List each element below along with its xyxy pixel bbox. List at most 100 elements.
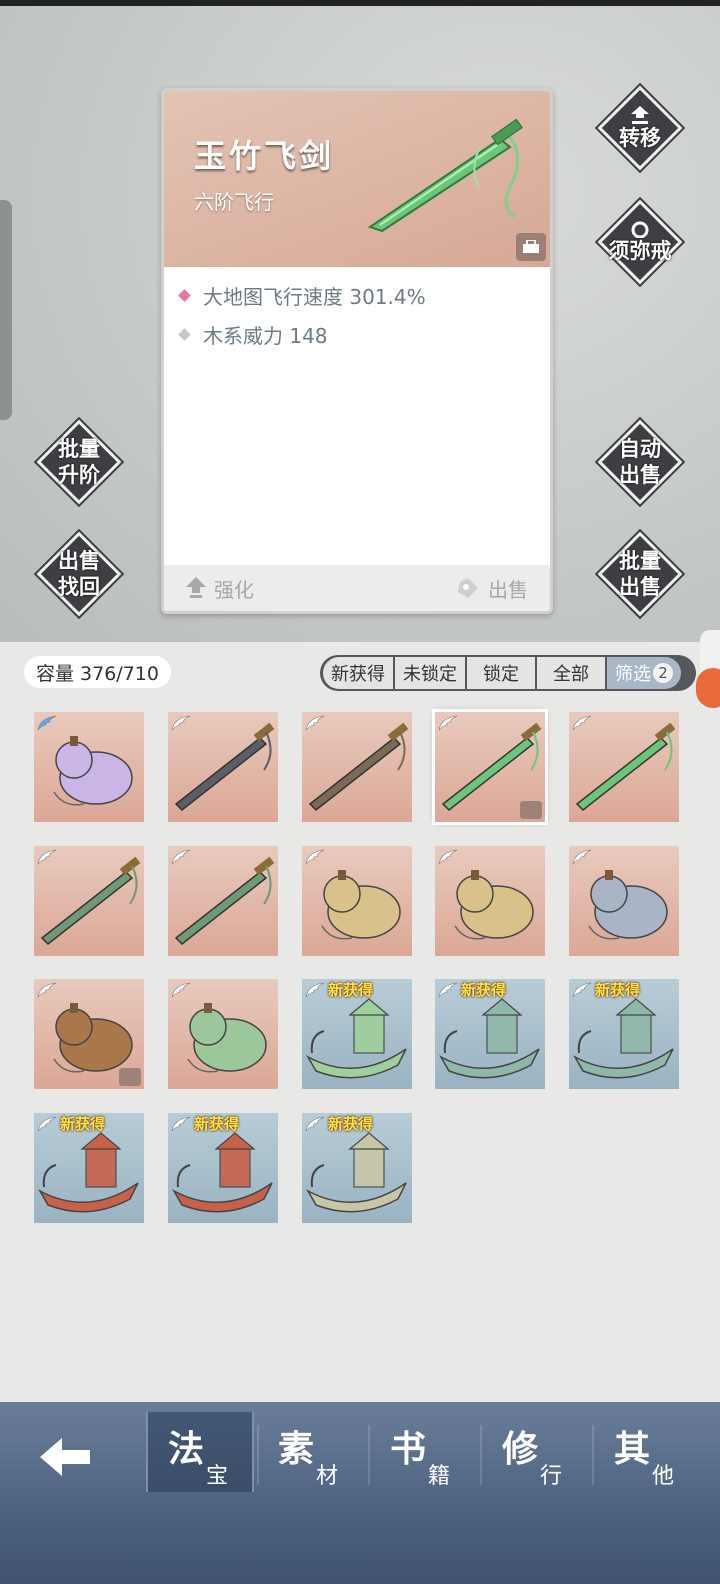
sell-recover-label-2: 找回 bbox=[58, 575, 100, 599]
arrow-up-icon bbox=[186, 577, 206, 598]
wing-icon bbox=[572, 715, 592, 731]
wing-icon bbox=[37, 1116, 57, 1132]
auto-sell-label-1: 自动 bbox=[619, 437, 661, 461]
lock-icon bbox=[520, 801, 542, 819]
inventory-slot[interactable]: 新获得 bbox=[569, 979, 679, 1089]
wing-icon bbox=[171, 1116, 191, 1132]
inventory-slot[interactable] bbox=[302, 712, 412, 822]
filter-count-badge: 2 bbox=[653, 663, 673, 683]
inventory-slot[interactable] bbox=[34, 712, 144, 822]
wing-icon bbox=[305, 1116, 325, 1132]
inventory-slot[interactable] bbox=[432, 709, 548, 825]
stat-text: 大地图飞行速度 301.4% bbox=[203, 285, 426, 309]
tab-books-small: 籍 bbox=[428, 1464, 451, 1489]
batch-sell-label-1: 批量 bbox=[619, 549, 661, 573]
stat-row-wood-power: 木系威力 148 bbox=[178, 320, 328, 349]
tab-filter[interactable]: 筛选 2 bbox=[607, 657, 681, 689]
wing-icon bbox=[305, 849, 325, 865]
inventory-slot[interactable] bbox=[168, 712, 278, 822]
inventory-slot[interactable] bbox=[302, 846, 412, 956]
new-tag: 新获得 bbox=[328, 1115, 374, 1133]
new-tag: 新获得 bbox=[60, 1115, 106, 1133]
inventory-slot[interactable] bbox=[435, 846, 545, 956]
inventory-slot[interactable] bbox=[168, 846, 278, 956]
tab-treasure-big: 法 bbox=[168, 1428, 205, 1470]
diamond-bullet-icon bbox=[178, 328, 191, 341]
tab-materials[interactable]: 素 材 bbox=[258, 1412, 366, 1492]
sumeru-ring-button[interactable]: 须弥戒 bbox=[596, 198, 684, 286]
detail-footer: 强化 出售 bbox=[164, 565, 550, 611]
jade-sword-icon bbox=[367, 118, 523, 233]
tab-cultivation-small: 行 bbox=[540, 1464, 563, 1489]
inventory-slot[interactable]: 新获得 bbox=[302, 1113, 412, 1223]
sell-recover-button[interactable]: 出售 找回 bbox=[35, 530, 123, 618]
batch-sell-button[interactable]: 批量 出售 bbox=[596, 530, 684, 618]
filter-bar: 新获得 未锁定 锁定 全部 筛选 2 bbox=[320, 655, 696, 691]
inventory-slot[interactable] bbox=[569, 846, 679, 956]
batch-upgrade-label-1: 批量 bbox=[58, 437, 100, 461]
inventory-slot[interactable] bbox=[569, 712, 679, 822]
tab-materials-small: 材 bbox=[316, 1464, 339, 1489]
sumeru-ring-label: 须弥戒 bbox=[608, 239, 672, 263]
inventory-slot[interactable]: 新获得 bbox=[34, 1113, 144, 1223]
batch-sell-label-2: 出售 bbox=[619, 575, 661, 599]
upload-icon bbox=[631, 106, 649, 124]
wing-icon bbox=[305, 715, 325, 731]
ring-icon bbox=[631, 221, 649, 238]
new-tag: 新获得 bbox=[595, 981, 641, 999]
notification-dot[interactable] bbox=[696, 668, 720, 708]
wing-icon bbox=[37, 849, 57, 865]
tab-cultivation[interactable]: 修 行 bbox=[482, 1412, 590, 1492]
tab-books-big: 书 bbox=[390, 1428, 427, 1470]
inventory-slot[interactable] bbox=[34, 979, 144, 1089]
wing-icon bbox=[305, 982, 325, 998]
tab-treasure[interactable]: 法 宝 bbox=[146, 1412, 254, 1492]
tab-other-big: 其 bbox=[614, 1428, 651, 1470]
back-arrow-icon[interactable] bbox=[36, 1432, 96, 1482]
auto-sell-label-2: 出售 bbox=[619, 463, 661, 487]
tab-cultivation-big: 修 bbox=[502, 1428, 539, 1470]
enhance-button[interactable]: 强化 bbox=[186, 574, 254, 603]
tab-materials-big: 素 bbox=[278, 1428, 315, 1470]
batch-upgrade-label-2: 升阶 bbox=[58, 463, 100, 487]
item-detail-header bbox=[164, 91, 550, 267]
inventory-slot[interactable] bbox=[34, 846, 144, 956]
wing-icon bbox=[572, 982, 592, 998]
status-bar bbox=[0, 0, 720, 6]
tab-other-small: 他 bbox=[652, 1464, 675, 1489]
tab-locked[interactable]: 锁定 bbox=[467, 657, 535, 689]
transfer-button[interactable]: 转移 bbox=[596, 84, 684, 172]
sell-button[interactable]: 出售 bbox=[456, 574, 528, 603]
enhance-label: 强化 bbox=[214, 577, 254, 602]
left-drawer-handle[interactable] bbox=[0, 200, 12, 420]
sell-label: 出售 bbox=[488, 577, 528, 602]
sell-recover-label-1: 出售 bbox=[58, 549, 100, 573]
sell-tag-icon bbox=[458, 578, 478, 598]
diamond-bullet-icon bbox=[178, 289, 191, 302]
new-tag: 新获得 bbox=[194, 1115, 240, 1133]
wing-icon bbox=[572, 849, 592, 865]
tab-unlocked[interactable]: 未锁定 bbox=[395, 657, 465, 689]
tab-all[interactable]: 全部 bbox=[537, 657, 605, 689]
stat-text: 木系威力 148 bbox=[203, 324, 328, 348]
inventory-slot[interactable] bbox=[168, 979, 278, 1089]
lock-icon[interactable] bbox=[516, 233, 546, 261]
auto-sell-button[interactable]: 自动 出售 bbox=[596, 418, 684, 506]
filter-label: 筛选 bbox=[615, 664, 651, 685]
item-detail-card: 玉竹飞剑 六阶飞行 大地图飞行速度 301.4% 木系威力 148 强化 出售 bbox=[161, 88, 553, 614]
inventory-slot[interactable]: 新获得 bbox=[435, 979, 545, 1089]
item-type: 六阶飞行 bbox=[194, 190, 274, 214]
tab-new-obtained[interactable]: 新获得 bbox=[323, 657, 393, 689]
wing-icon bbox=[37, 982, 57, 998]
inventory-slot[interactable]: 新获得 bbox=[302, 979, 412, 1089]
tab-treasure-small: 宝 bbox=[206, 1464, 229, 1489]
capacity-label: 容量 376/710 bbox=[24, 656, 171, 688]
stat-row-speed: 大地图飞行速度 301.4% bbox=[178, 281, 426, 310]
wing-icon bbox=[438, 982, 458, 998]
wing-icon bbox=[438, 715, 458, 731]
item-name: 玉竹飞剑 bbox=[194, 137, 335, 175]
batch-upgrade-button[interactable]: 批量 升阶 bbox=[35, 418, 123, 506]
tab-books[interactable]: 书 籍 bbox=[370, 1412, 478, 1492]
tab-other[interactable]: 其 他 bbox=[594, 1412, 702, 1492]
inventory-slot[interactable]: 新获得 bbox=[168, 1113, 278, 1223]
